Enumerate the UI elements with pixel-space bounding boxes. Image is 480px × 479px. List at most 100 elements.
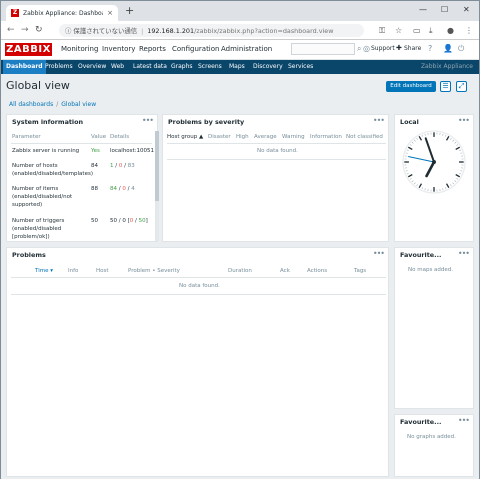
key-icon[interactable]: ⚿ (379, 26, 385, 35)
column-ack: Ack (280, 268, 290, 274)
widget-menu-icon[interactable]: ••• (142, 116, 154, 125)
widget-menu-icon[interactable]: ••• (458, 416, 470, 425)
tab-close-icon[interactable]: × (107, 9, 113, 17)
widget-scrollbar[interactable] (155, 131, 159, 241)
appliance-label: Zabbix Appliance (420, 63, 473, 70)
url-divider: | (141, 26, 144, 35)
clock-center (432, 160, 436, 164)
subnav-discovery[interactable]: Discovery (250, 60, 286, 74)
subnav-screens[interactable]: Screens (195, 60, 225, 74)
url-input[interactable]: ⓘ 保護されていない通信 | 192.168.1.201/zabbix/zabb… (59, 24, 364, 37)
header-divider (167, 143, 386, 144)
signout-icon[interactable]: ⏻ (458, 44, 464, 54)
column-duration: Duration (228, 268, 252, 274)
subnav-overview[interactable]: Overview (75, 60, 109, 74)
close-window-button[interactable]: ✕ (463, 5, 470, 14)
column-details: Details (110, 134, 130, 140)
subnav-services[interactable]: Services (285, 60, 316, 74)
zabbix-favicon-icon: Z (11, 9, 19, 17)
profile-icon[interactable]: ● (447, 26, 454, 35)
no-data-message: No data found. (179, 283, 220, 289)
zabbix-logo[interactable]: ZABBIX (5, 43, 52, 56)
param-server-running: Zabbix server is running (12, 148, 80, 154)
widget-menu-icon[interactable]: ••• (458, 116, 470, 125)
back-icon[interactable]: ← (7, 25, 15, 35)
menu-configuration[interactable]: Configuration (172, 45, 219, 53)
share-link[interactable]: Share (404, 45, 421, 52)
favourite-maps-widget: Favourite... ••• No maps added. (394, 247, 474, 409)
column-parameter: Parameter (12, 134, 41, 140)
user-profile-icon[interactable]: 👤 (443, 44, 453, 53)
title-bar: Z Zabbix Appliance: Dashboard × + — ☐ ✕ (1, 1, 479, 21)
column-average: Average (254, 134, 277, 140)
forward-icon[interactable]: → (21, 25, 29, 35)
row-divider (167, 159, 386, 160)
bookmark-star-icon[interactable]: ☆ (395, 26, 402, 35)
breadcrumb-all-dashboards[interactable]: All dashboards (9, 101, 53, 108)
column-not-classified: Not classified (346, 134, 383, 140)
download-icon[interactable]: ⤓ (429, 26, 433, 35)
widget-menu-icon[interactable]: ••• (458, 249, 470, 258)
column-disaster: Disaster (208, 134, 231, 140)
subnav-problems[interactable]: Problems (42, 60, 76, 74)
details-hosts: 1 / 0 / 83 (110, 163, 135, 169)
menu-inventory[interactable]: Inventory (102, 45, 135, 53)
security-warning[interactable]: ⓘ 保護されていない通信 (65, 26, 137, 35)
subnav-latest-data[interactable]: Latest data (130, 60, 170, 74)
help-icon[interactable]: ? (428, 44, 432, 53)
widget-menu-icon[interactable]: ••• (373, 249, 385, 258)
items-not-supported: 4 (131, 186, 135, 192)
local-clock-widget: Local ••• (394, 114, 474, 242)
address-bar-row: ← → ↻ ⓘ 保護されていない通信 | 192.168.1.201/zabbi… (1, 21, 479, 40)
fullscreen-icon[interactable]: ⤢ (456, 81, 467, 92)
param-hosts: Number of hosts (enabled/disabled/templa… (12, 163, 93, 177)
browser-tab[interactable]: Z Zabbix Appliance: Dashboard × (6, 5, 118, 21)
problems-widget: Problems ••• Time ▾ Info Host Problem • … (6, 247, 389, 477)
minimize-button[interactable]: — (419, 5, 427, 14)
details-items: 84 / 0 / 4 (110, 186, 135, 192)
dashboard-actions-icon[interactable]: ☰ (440, 81, 451, 92)
details-server-running: localhost:10051 (110, 148, 155, 154)
menu-administration[interactable]: Administration (221, 45, 272, 53)
global-search-input[interactable] (291, 43, 355, 55)
maximize-button[interactable]: ☐ (441, 5, 448, 14)
widget-title: System information (12, 118, 84, 126)
menu-monitoring[interactable]: Monitoring (61, 45, 98, 53)
search-icon[interactable]: ⌕ (357, 44, 361, 54)
subnav-maps[interactable]: Maps (226, 60, 248, 74)
sub-navigation: Dashboard Problems Overview Web Latest d… (1, 60, 479, 74)
column-information: Information (310, 134, 342, 140)
edit-dashboard-button[interactable]: Edit dashboard (386, 81, 436, 92)
share-icon: ✚ (396, 44, 402, 52)
value-triggers: 50 (91, 218, 98, 224)
widget-title: Favourite... (400, 418, 442, 426)
column-host-group[interactable]: Host group ▲ (167, 134, 203, 140)
extension-icon[interactable]: ▭ (413, 26, 421, 35)
favourite-graphs-widget: Favourite... ••• No graphs added. (394, 414, 474, 477)
widget-menu-icon[interactable]: ••• (373, 116, 385, 125)
support-link[interactable]: Support (371, 45, 395, 52)
menu-reports[interactable]: Reports (139, 45, 166, 53)
support-icon: ◎ (363, 44, 370, 53)
subnav-dashboard[interactable]: Dashboard (3, 60, 46, 74)
subnav-web[interactable]: Web (108, 60, 127, 74)
new-tab-button[interactable]: + (125, 5, 134, 17)
widget-title: Problems (12, 251, 46, 259)
column-tags: Tags (354, 268, 367, 274)
reload-icon[interactable]: ↻ (35, 25, 43, 35)
tab-title: Zabbix Appliance: Dashboard (23, 9, 104, 17)
dashboard-content: Global view Edit dashboard ☰ ⤢ All dashb… (1, 74, 479, 479)
widget-title: Problems by severity (168, 118, 245, 126)
column-time[interactable]: Time ▾ (35, 268, 53, 274)
column-problem-severity: Problem • Severity (128, 268, 180, 274)
menu-dots-icon[interactable]: ⋮ (465, 26, 473, 35)
column-high: High (236, 134, 249, 140)
triggers-ok: 50 (138, 218, 146, 224)
items-enabled: 84 (110, 186, 117, 192)
url-host: 192.168.1.201 (147, 26, 195, 35)
column-info: Info (68, 268, 79, 274)
subnav-graphs[interactable]: Graphs (168, 60, 196, 74)
hosts-templates: 83 (127, 163, 135, 169)
breadcrumb-global-view[interactable]: Global view (61, 101, 96, 108)
scrollbar-thumb[interactable] (155, 131, 159, 201)
